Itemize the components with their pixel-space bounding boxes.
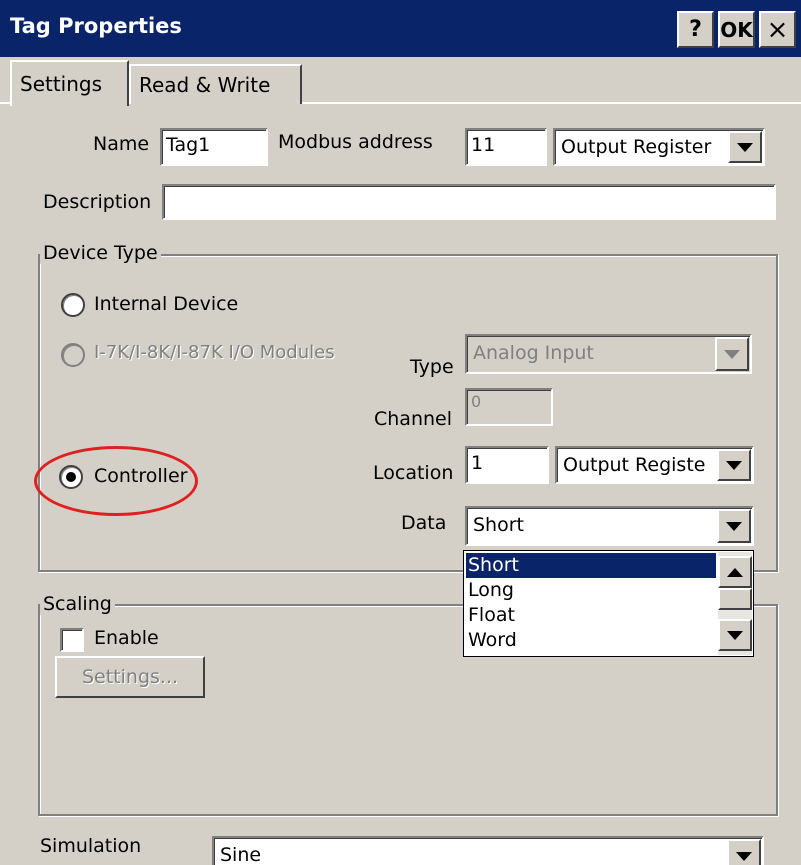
data-dropdown-arrow[interactable] — [717, 509, 751, 543]
scroll-thumb[interactable] — [718, 588, 752, 610]
chevron-down-icon — [737, 142, 753, 152]
device-type-legend: Device Type — [40, 242, 161, 264]
chevron-down-icon — [724, 349, 740, 359]
help-button[interactable]: ? — [677, 11, 714, 48]
tag-properties-window: Tag Properties ? OK × Settings Read & Wr… — [0, 0, 801, 865]
simulation-value: Sine — [220, 844, 262, 865]
list-scrollbar[interactable] — [718, 552, 752, 655]
scaling-legend: Scaling — [40, 593, 115, 615]
tab-settings[interactable]: Settings — [10, 60, 129, 106]
type-value: Analog Input — [473, 342, 594, 364]
chevron-down-icon — [726, 460, 742, 470]
type-label: Type — [410, 356, 454, 378]
simulation-dropdown-arrow[interactable] — [727, 839, 761, 865]
tab-read-write-label: Read & Write — [139, 73, 271, 97]
scroll-up-button[interactable] — [718, 556, 752, 588]
modbus-address-input[interactable]: 11 — [465, 128, 547, 166]
list-item-float[interactable]: Float — [466, 603, 716, 628]
modbus-type-dropdown-arrow[interactable] — [728, 131, 762, 163]
chevron-down-icon — [736, 851, 752, 861]
simulation-combo[interactable]: Sine — [212, 836, 764, 865]
list-item-long[interactable]: Long — [466, 578, 716, 603]
scroll-down-button[interactable] — [718, 619, 752, 651]
name-label: Name — [93, 133, 150, 155]
io-modules-radio[interactable] — [61, 343, 85, 367]
enable-label: Enable — [94, 627, 159, 649]
chevron-up-icon — [727, 567, 743, 577]
close-button[interactable]: × — [759, 11, 796, 48]
location-label: Location — [373, 462, 454, 484]
window-title: Tag Properties — [10, 14, 182, 38]
modbus-type-value: Output Register — [561, 136, 712, 158]
io-modules-label: I-7K/I-8K/I-87K I/O Modules — [94, 342, 335, 363]
description-input[interactable] — [162, 184, 776, 220]
location-type-combo[interactable]: Output Registe — [555, 446, 754, 484]
name-input[interactable]: Tag1 — [160, 128, 268, 166]
data-value: Short — [473, 514, 524, 536]
tab-read-write[interactable]: Read & Write — [129, 64, 302, 104]
location-type-value: Output Registe — [563, 454, 706, 476]
modbus-type-combo[interactable]: Output Register — [553, 128, 765, 166]
type-combo[interactable]: Analog Input — [465, 334, 752, 374]
enable-checkbox[interactable] — [60, 628, 84, 652]
modbus-address-label: Modbus address — [278, 131, 433, 153]
chevron-down-icon — [727, 630, 743, 640]
channel-input[interactable]: 0 — [465, 388, 553, 426]
list-item-short[interactable]: Short — [466, 553, 716, 578]
ok-button[interactable]: OK — [718, 11, 755, 48]
internal-device-label: Internal Device — [94, 293, 239, 315]
simulation-label: Simulation — [40, 835, 142, 857]
tab-settings-label: Settings — [20, 72, 103, 96]
list-item-word[interactable]: Word — [466, 628, 716, 653]
chevron-down-icon — [726, 521, 742, 531]
internal-device-radio[interactable] — [61, 293, 85, 317]
data-label: Data — [401, 512, 447, 534]
data-combo[interactable]: Short — [465, 506, 754, 546]
type-dropdown-arrow[interactable] — [715, 337, 749, 371]
data-dropdown-list[interactable]: Short Long Float Word — [463, 550, 754, 657]
scaling-settings-button[interactable]: Settings... — [55, 656, 205, 698]
channel-label: Channel — [374, 408, 453, 430]
location-type-dropdown-arrow[interactable] — [717, 449, 751, 481]
description-label: Description — [43, 191, 152, 213]
location-input[interactable]: 1 — [465, 446, 549, 484]
annotation-ellipse — [34, 446, 198, 516]
